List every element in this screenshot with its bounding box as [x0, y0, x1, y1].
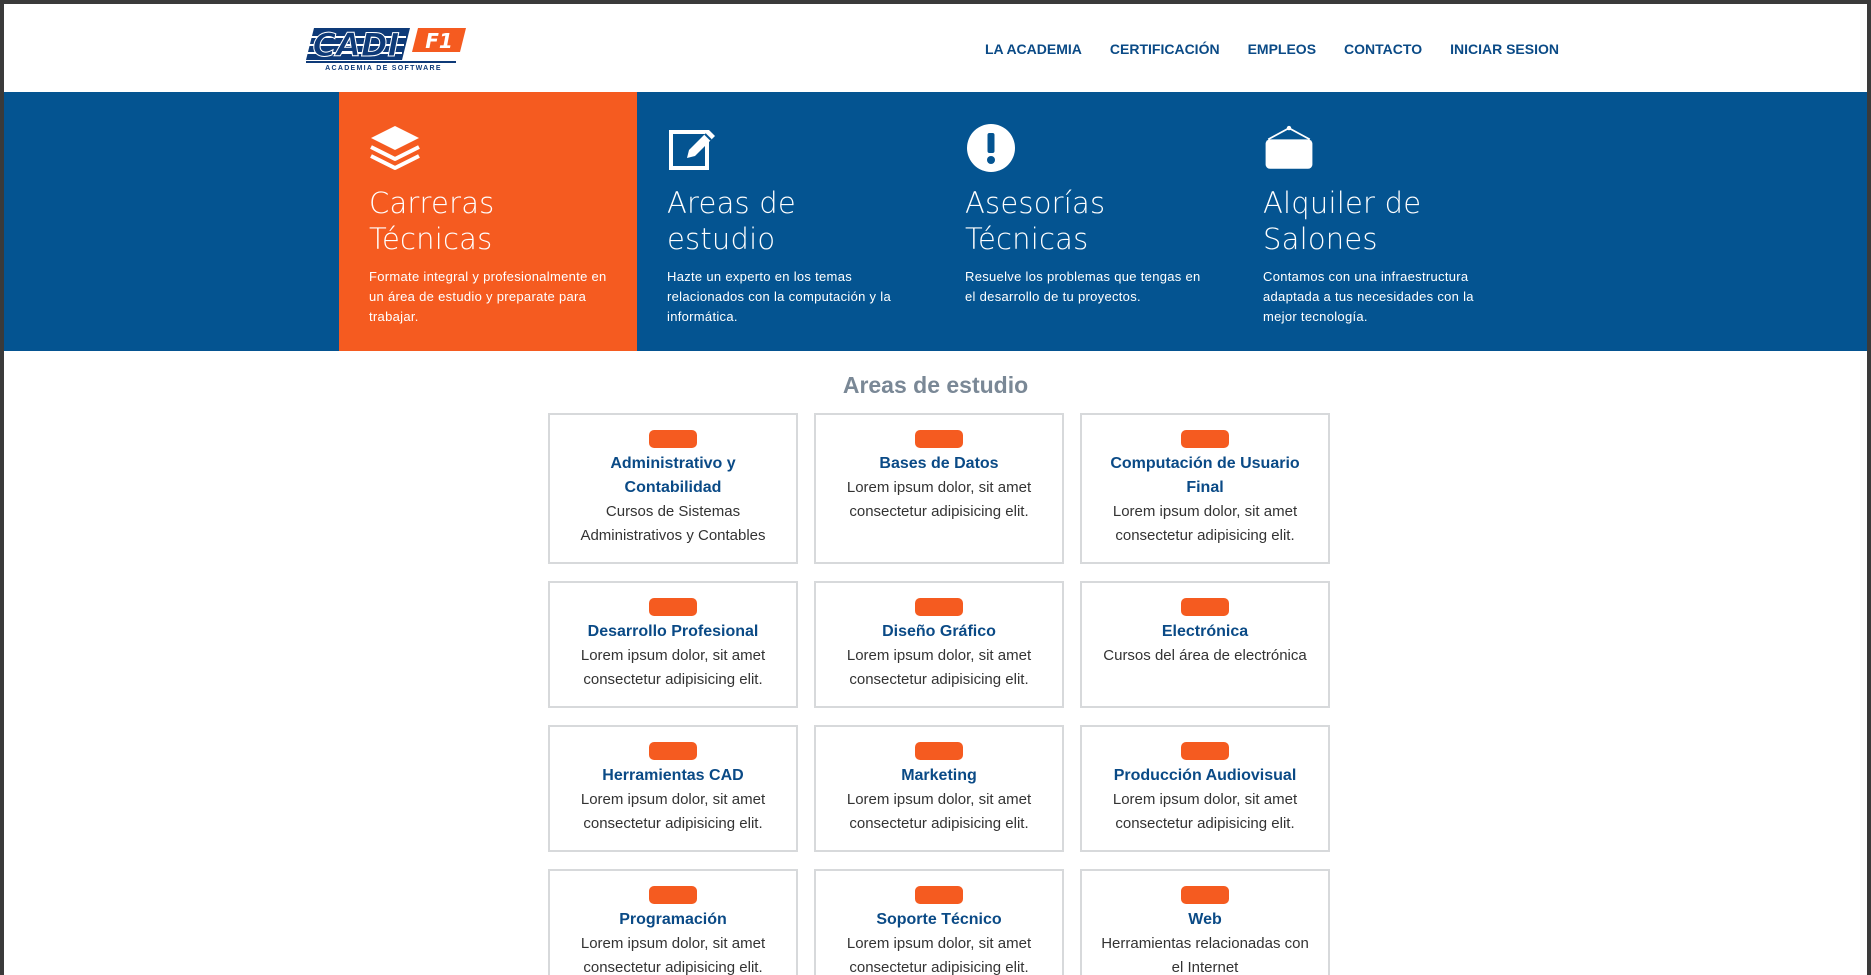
orange-tag [649, 742, 697, 760]
areas-grid: Administrativo y Contabilidad Cursos de … [548, 413, 1330, 975]
nav-iniciar-sesion[interactable]: INICIAR SESION [1450, 41, 1559, 57]
orange-tag [1181, 598, 1229, 616]
hanging-sign-icon [1265, 125, 1313, 169]
hero-card-carreras[interactable]: Carreras Técnicas Formate integral y pro… [339, 92, 637, 351]
nav-la-academia[interactable]: LA ACADEMIA [985, 41, 1082, 57]
orange-tag [1181, 742, 1229, 760]
area-card-desc: Lorem ipsum dolor, sit amet consectetur … [1112, 791, 1298, 832]
area-card-title: Producción Audiovisual [1113, 767, 1297, 784]
area-card-title: Soporte Técnico [876, 911, 1002, 928]
area-card-desc: Herramientas relacionadas con el Interne… [1101, 935, 1309, 975]
area-card[interactable]: Producción Audiovisual Lorem ipsum dolor… [1080, 725, 1330, 852]
area-card[interactable]: Desarrollo Profesional Lorem ipsum dolor… [548, 581, 798, 708]
area-card-title: Herramientas CAD [602, 767, 744, 784]
nav-empleos[interactable]: EMPLEOS [1248, 41, 1316, 57]
area-card-desc: Lorem ipsum dolor, sit amet consectetur … [1112, 503, 1298, 544]
area-card[interactable]: Herramientas CAD Lorem ipsum dolor, sit … [548, 725, 798, 852]
area-card-desc: Lorem ipsum dolor, sit amet consectetur … [580, 935, 766, 975]
hero-card-desc: Hazte un experto en los temas relacionad… [667, 269, 891, 324]
nav-contacto[interactable]: CONTACTO [1344, 41, 1422, 57]
main-nav: LA ACADEMIA CERTIFICACIÓN EMPLEOS CONTAC… [985, 41, 1559, 57]
area-card-title: Bases de Datos [879, 455, 999, 472]
orange-tag [1181, 886, 1229, 904]
hero-card-title: Asesorías Técnicas [965, 186, 1106, 256]
area-card-desc: Cursos de Sistemas Administrativos y Con… [580, 503, 766, 544]
section-title: Areas de estudio [842, 372, 1029, 398]
area-card-title: Web [1188, 911, 1222, 928]
area-card-desc: Lorem ipsum dolor, sit amet consectetur … [580, 647, 766, 688]
area-card-title: Marketing [901, 767, 977, 784]
orange-tag [915, 598, 963, 616]
top-navbar: CADI F1 ACADEMIA DE SOFTWARE LA ACADEMIA… [4, 4, 1867, 92]
area-card[interactable]: Soporte Técnico Lorem ipsum dolor, sit a… [814, 869, 1064, 975]
edit-icon [669, 130, 715, 170]
area-card-title: Desarrollo Profesional [587, 623, 759, 640]
orange-tag [649, 598, 697, 616]
svg-text:CADI: CADI [313, 26, 400, 64]
area-card-title: Programación [619, 911, 727, 928]
logo-tagline: ACADEMIA DE SOFTWARE [325, 65, 442, 72]
layers-icon [370, 126, 420, 170]
area-card-desc: Lorem ipsum dolor, sit amet consectetur … [846, 647, 1032, 688]
area-card[interactable]: Diseño Gráfico Lorem ipsum dolor, sit am… [814, 581, 1064, 708]
browser-viewport: CADI F1 ACADEMIA DE SOFTWARE LA ACADEMIA… [4, 4, 1867, 975]
svg-text:F1: F1 [425, 29, 453, 53]
area-card-title: Diseño Gráfico [882, 623, 996, 640]
logo-mark-icon: CADI F1 [306, 26, 466, 65]
orange-tag [1181, 430, 1229, 448]
area-card[interactable]: Marketing Lorem ipsum dolor, sit amet co… [814, 725, 1064, 852]
hero-card-desc: Resuelve los problemas que tengas en el … [965, 269, 1201, 304]
area-card-desc: Cursos del área de electrónica [1103, 647, 1307, 664]
area-card-desc: Lorem ipsum dolor, sit amet consectetur … [846, 479, 1032, 520]
hero-card-asesorias[interactable]: Asesorías Técnicas Resuelve los problema… [935, 92, 1233, 351]
orange-tag [649, 886, 697, 904]
area-card-desc: Lorem ipsum dolor, sit amet consectetur … [846, 935, 1032, 975]
area-card-title: Electrónica [1161, 623, 1249, 640]
area-card-title: Administrativo y Contabilidad [610, 455, 736, 496]
orange-tag [915, 430, 963, 448]
area-card-desc: Lorem ipsum dolor, sit amet consectetur … [846, 791, 1032, 832]
hero-card-desc: Formate integral y profesionalmente en u… [369, 269, 607, 324]
orange-tag [915, 886, 963, 904]
hero-card-title: Carreras Técnicas [369, 186, 495, 256]
exclamation-icon [967, 124, 1015, 172]
area-card-title: Computación de Usuario Final [1110, 455, 1300, 496]
hero-card-alquiler[interactable]: Alquiler de Salones Contamos con una inf… [1233, 92, 1531, 351]
area-card[interactable]: Computación de Usuario Final Lorem ipsum… [1080, 413, 1330, 564]
area-card-desc: Lorem ipsum dolor, sit amet consectetur … [580, 791, 766, 832]
orange-tag [915, 742, 963, 760]
hero-banner: Carreras Técnicas Formate integral y pro… [4, 92, 1867, 351]
hero-card-areas[interactable]: Areas de estudio Hazte un experto en los… [637, 92, 935, 351]
area-card[interactable]: Programación Lorem ipsum dolor, sit amet… [548, 869, 798, 975]
area-card[interactable]: Electrónica Cursos del área de electróni… [1080, 581, 1330, 708]
logo[interactable]: CADI F1 ACADEMIA DE SOFTWARE [306, 24, 466, 76]
nav-certificacion[interactable]: CERTIFICACIÓN [1110, 41, 1220, 57]
hero-card-title: Alquiler de Salones [1263, 186, 1422, 256]
orange-tag [649, 430, 697, 448]
area-card[interactable]: Administrativo y Contabilidad Cursos de … [548, 413, 798, 564]
hero-card-title: Areas de estudio [667, 186, 796, 256]
area-card[interactable]: Web Herramientas relacionadas con el Int… [1080, 869, 1330, 975]
hero-card-desc: Contamos con una infraestructura adaptad… [1263, 269, 1474, 324]
area-card[interactable]: Bases de Datos Lorem ipsum dolor, sit am… [814, 413, 1064, 564]
